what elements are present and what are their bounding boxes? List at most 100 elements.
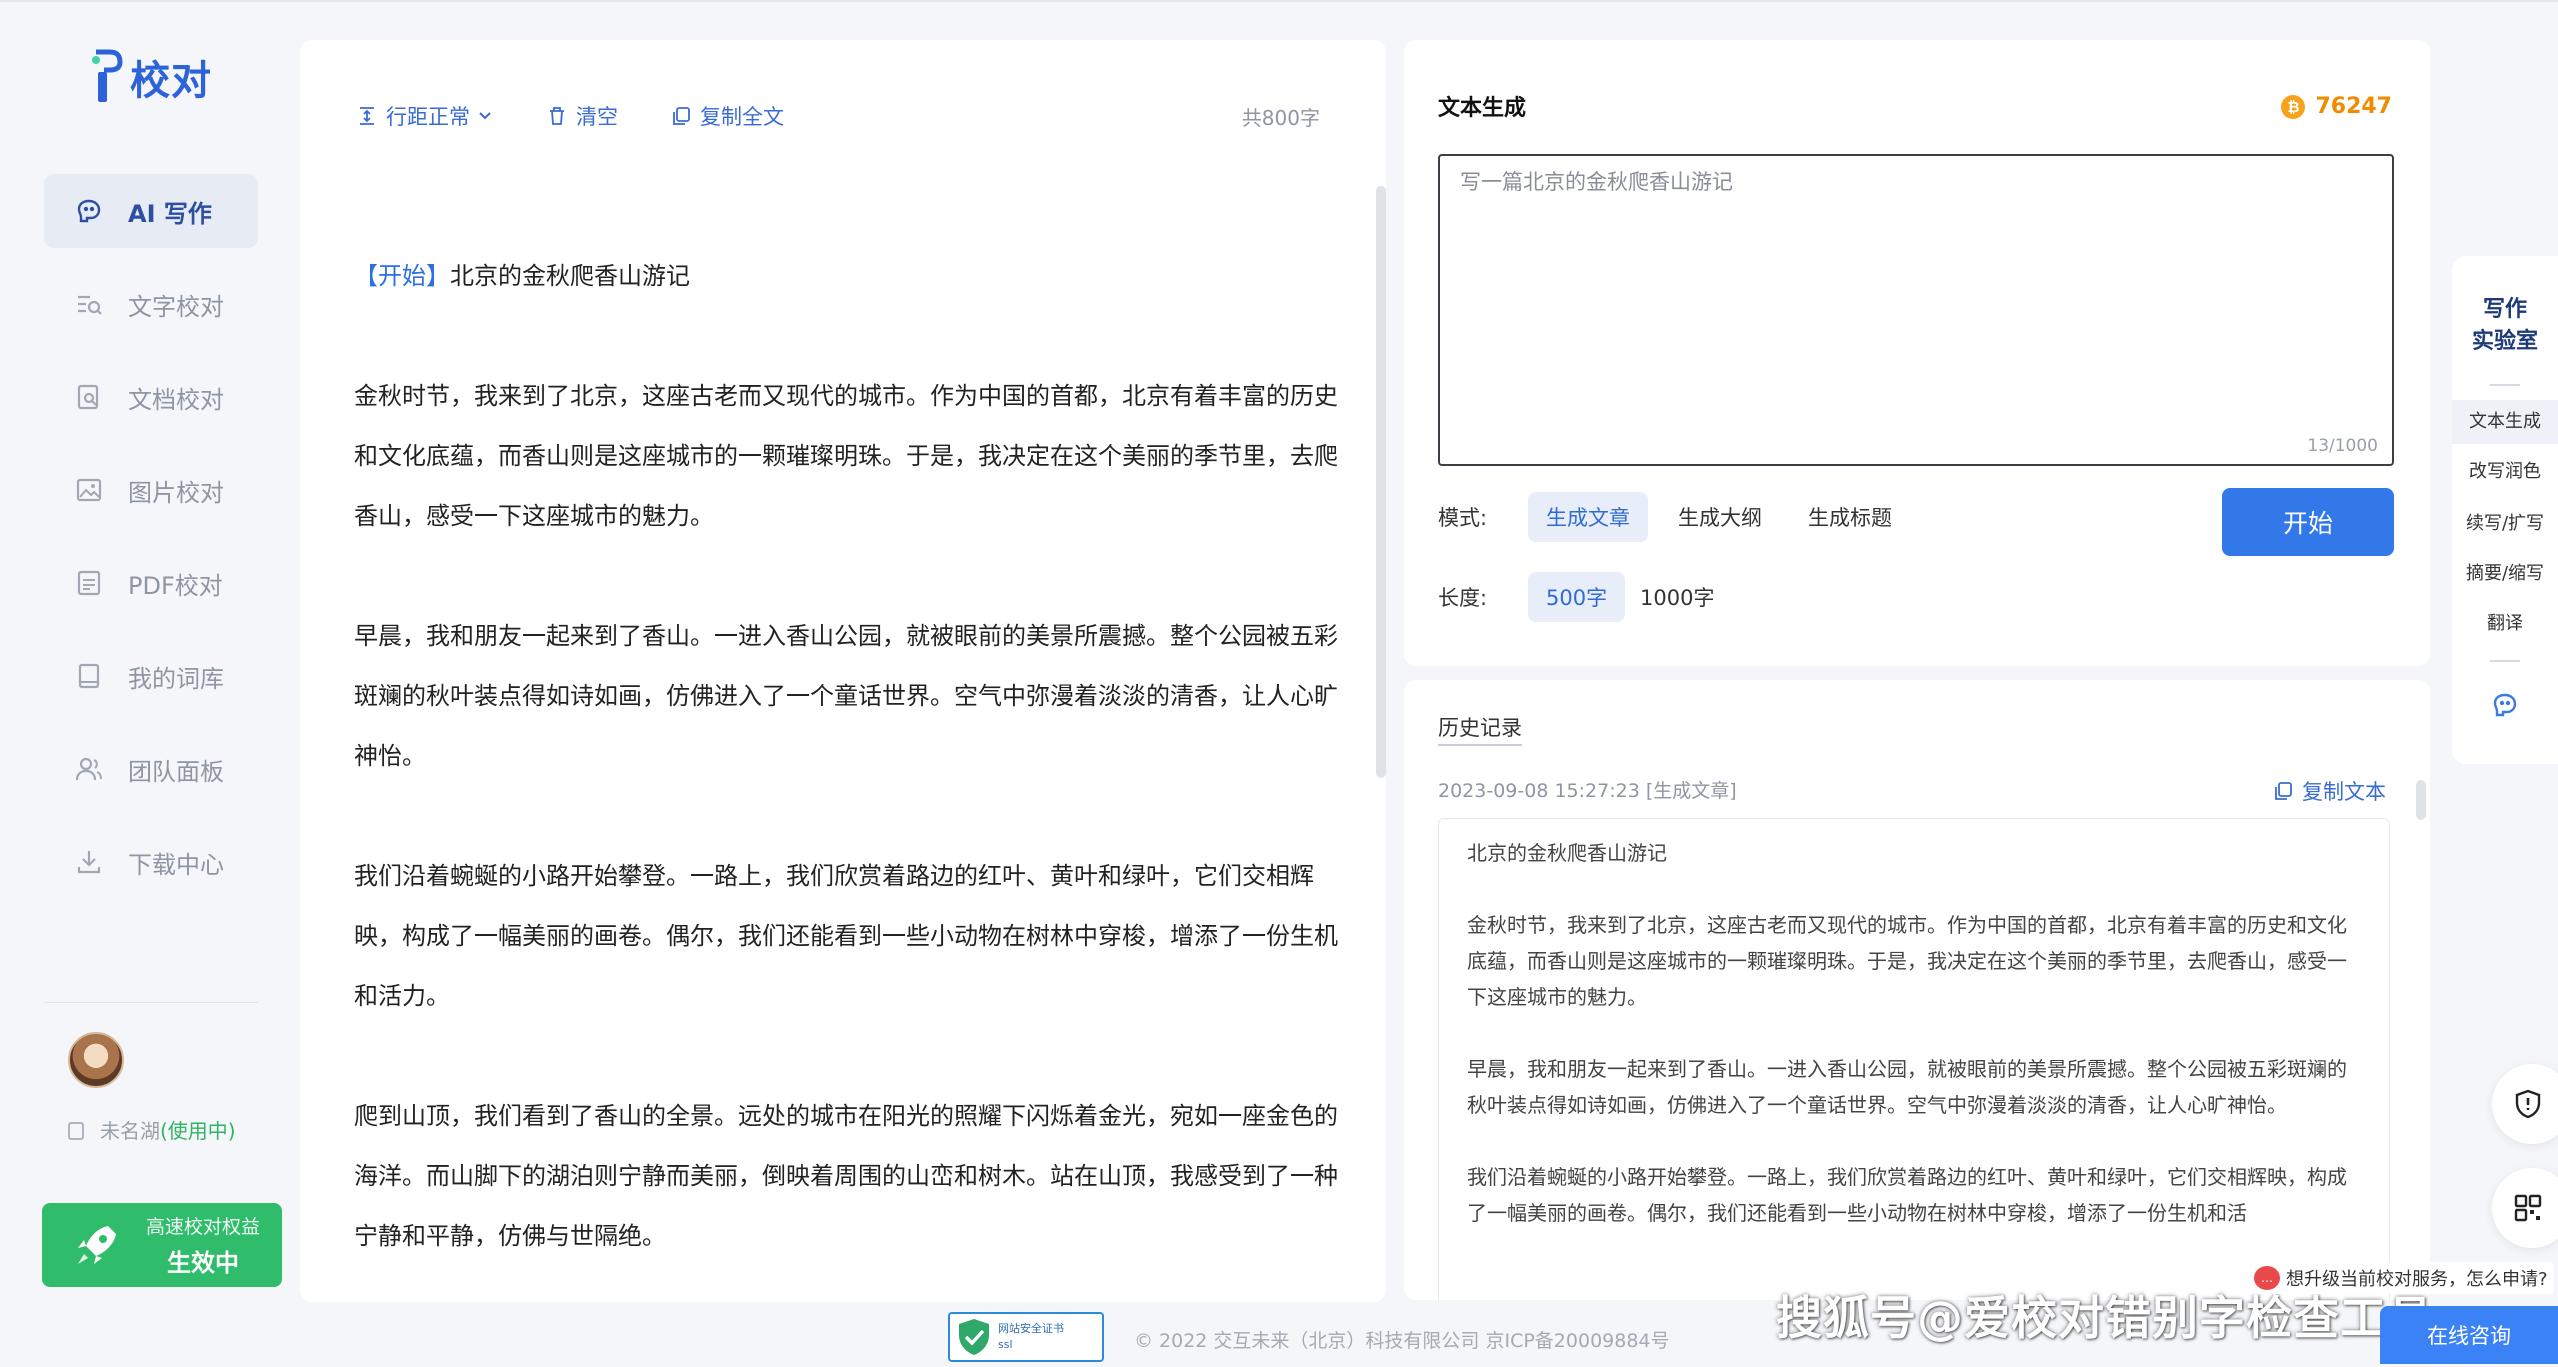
history-title[interactable]: 历史记录 (1438, 712, 1522, 746)
prompt-input[interactable] (1460, 166, 2372, 426)
promo-button[interactable]: 高速校对权益 生效中 (42, 1203, 282, 1287)
editor-toolbar: 行距正常 清空 复制全文 共800字 (356, 96, 1320, 136)
chat-bubble-icon: … (2254, 1266, 2280, 1290)
lab-title-line1: 写作 (2482, 297, 2527, 322)
promo-line1: 高速校对权益 (146, 1216, 261, 1238)
brain-icon[interactable] (2490, 690, 2520, 720)
copy-all-label: 复制全文 (700, 105, 784, 129)
coin-balance: ₿ 76247 (2281, 94, 2392, 119)
coin-icon: ₿ (2281, 94, 2306, 119)
clear-label: 清空 (576, 105, 618, 129)
history-heading: 北京的金秋爬香山游记 (1467, 841, 1667, 865)
sidebar-item-download-center[interactable]: 下载中心 (44, 825, 258, 899)
paragraph: 我们沿着蜿蜒的小路开始攀登。一路上，我们欣赏着路边的红叶、黄叶和绿叶，它们交相辉… (354, 862, 1338, 1010)
editor-panel: 行距正常 清空 复制全文 共800字 【开始】北京的金秋爬香山游记 金秋时节，我… (300, 40, 1386, 1302)
prompt-char-count: 13/1000 (2307, 436, 2378, 456)
sidebar-item-label: 我的词库 (128, 664, 224, 693)
chevron-down-icon (479, 112, 491, 120)
mode-label: 模式: (1438, 506, 1488, 530)
length-1000[interactable]: 1000字 (1622, 572, 1732, 622)
security-float-button[interactable] (2492, 1064, 2558, 1144)
mode-generate-article[interactable]: 生成文章 (1528, 492, 1648, 542)
copy-icon (673, 107, 690, 125)
ssl-line1: 网站安全证书 (998, 1322, 1064, 1335)
coin-count: 76247 (2315, 94, 2392, 119)
copyright: © 2022 交互未来（北京）科技有限公司 京ICP备20009884号 (1134, 1330, 1670, 1352)
online-consult-button[interactable]: 在线咨询 (2380, 1306, 2558, 1364)
editor-content[interactable]: 【开始】北京的金秋爬香山游记 金秋时节，我来到了北京，这座古老而又现代的城市。作… (354, 246, 1344, 1286)
sidebar-item-label: 图片校对 (128, 478, 224, 507)
history-paragraph: 早晨，我和朋友一起来到了香山。一进入香山公园，就被眼前的美景所震撼。整个公园被五… (1467, 1057, 2347, 1117)
history-panel: 历史记录 2023-09-08 15:27:23 [生成文章] 复制文本 北京的… (1404, 680, 2430, 1300)
history-content: 北京的金秋爬香山游记 金秋时节，我来到了北京，这座古老而又现代的城市。作为中国的… (1438, 818, 2390, 1300)
copy-text-button[interactable]: 复制文本 (2272, 776, 2386, 806)
history-scrollbar[interactable] (2416, 780, 2426, 820)
length-500[interactable]: 500字 (1528, 572, 1626, 622)
shield-check-icon (956, 1317, 992, 1357)
history-meta: 2023-09-08 15:27:23 [生成文章] (1438, 780, 1737, 802)
sidebar-item-doc-proofread[interactable]: 文档校对 (44, 360, 258, 434)
shield-icon (2515, 1089, 2541, 1119)
mode-generate-outline-placeholder (2002, 492, 2038, 542)
lab-item-continue-expand[interactable]: 续写/扩写 (2452, 502, 2558, 546)
lab-title-line2: 实验室 (2471, 329, 2538, 354)
qr-float-button[interactable] (2492, 1168, 2558, 1248)
clear-button[interactable]: 清空 (546, 101, 618, 131)
lab-item-summarize[interactable]: 摘要/缩写 (2452, 552, 2558, 596)
sidebar-item-label: AI 写作 (128, 199, 212, 228)
sidebar-item-label: 团队面板 (128, 757, 224, 786)
app-logo[interactable]: 校对 (90, 46, 212, 108)
paragraph: 金秋时节，我来到了北京，这座古老而又现代的城市。作为中国的首都，北京有着丰富的历… (354, 382, 1338, 530)
length-label: 长度: (1438, 586, 1488, 610)
top-border (0, 0, 2558, 2)
start-button[interactable]: 开始 (2222, 488, 2394, 556)
copy-all-button[interactable]: 复制全文 (670, 101, 784, 131)
document-search-icon (74, 382, 104, 412)
ssl-badge[interactable]: 网站安全证书 ssl (948, 1312, 1104, 1362)
user-badge-icon (68, 1122, 84, 1140)
line-spacing-label: 行距正常 (386, 105, 470, 129)
sidebar-item-my-lexicon[interactable]: 我的词库 (44, 639, 258, 713)
avatar[interactable] (68, 1032, 124, 1088)
sidebar-item-ai-writing[interactable]: AI 写作 (44, 174, 258, 248)
brain-icon (74, 196, 104, 226)
logo-text: 校对 (130, 58, 212, 104)
article-title-text: 北京的金秋爬香山游记 (450, 262, 690, 290)
sidebar-item-text-proofread[interactable]: 文字校对 (44, 267, 258, 341)
editor-scrollbar[interactable] (1376, 186, 1386, 778)
sidebar-nav: AI 写作 文字校对 文档校对 图片校对 PDF校对 我的词库 团队面板 下载中… (44, 174, 258, 918)
promo-line2: 生效中 (167, 1249, 239, 1277)
sidebar-item-image-proofread[interactable]: 图片校对 (44, 453, 258, 527)
word-count: 共800字 (1241, 105, 1320, 130)
team-icon (74, 754, 104, 784)
text-generation-panel: 文本生成 ₿ 76247 13/1000 模式: 生成文章 生成大纲 生成标题 … (1404, 40, 2430, 666)
upgrade-tip[interactable]: … 想升级当前校对服务，怎么申请? (2250, 1262, 2554, 1294)
line-spacing-dropdown[interactable]: 行距正常 (356, 101, 494, 131)
sidebar-item-label: 文档校对 (128, 385, 224, 414)
lab-divider (2490, 660, 2520, 662)
sidebar-item-team-panel[interactable]: 团队面板 (44, 732, 258, 806)
sidebar-item-pdf-proofread[interactable]: PDF校对 (44, 546, 258, 620)
paragraph: 爬到山顶，我们看到了香山的全景。远处的城市在阳光的照耀下闪烁着金光，宛如一座金色… (354, 1102, 1338, 1250)
mode-generate-outline[interactable]: 生成大纲 (1660, 492, 1780, 542)
lab-divider (2490, 384, 2520, 386)
username: 未名湖 (100, 1119, 160, 1143)
sidebar-item-label: PDF校对 (128, 571, 223, 600)
lab-item-text-generation[interactable]: 文本生成 (2452, 400, 2558, 444)
image-icon (74, 475, 104, 505)
trash-icon (550, 107, 564, 125)
upgrade-tip-text: 想升级当前校对服务，怎么申请? (2286, 1269, 2548, 1290)
history-paragraph: 我们沿着蜿蜒的小路开始攀登。一路上，我们欣赏着路边的红叶、黄叶和绿叶，它们交相辉… (1467, 1165, 2347, 1225)
download-icon (74, 847, 104, 877)
start-tag: 【开始】 (354, 262, 450, 290)
panel-title: 文本生成 (1438, 96, 1527, 121)
sidebar: 校对 AI 写作 文字校对 文档校对 图片校对 PDF校对 我的词库 团队面板 … (0, 2, 282, 1367)
lab-item-rewrite[interactable]: 改写润色 (2452, 450, 2558, 494)
copy-icon (2275, 782, 2292, 800)
sidebar-item-label: 下载中心 (128, 850, 224, 879)
qr-code-icon (2514, 1194, 2542, 1222)
lab-item-translate[interactable]: 翻译 (2452, 602, 2558, 646)
sidebar-item-label: 文字校对 (128, 292, 224, 321)
pdf-icon (74, 568, 104, 598)
mode-generate-title[interactable]: 生成标题 (1790, 492, 1910, 542)
